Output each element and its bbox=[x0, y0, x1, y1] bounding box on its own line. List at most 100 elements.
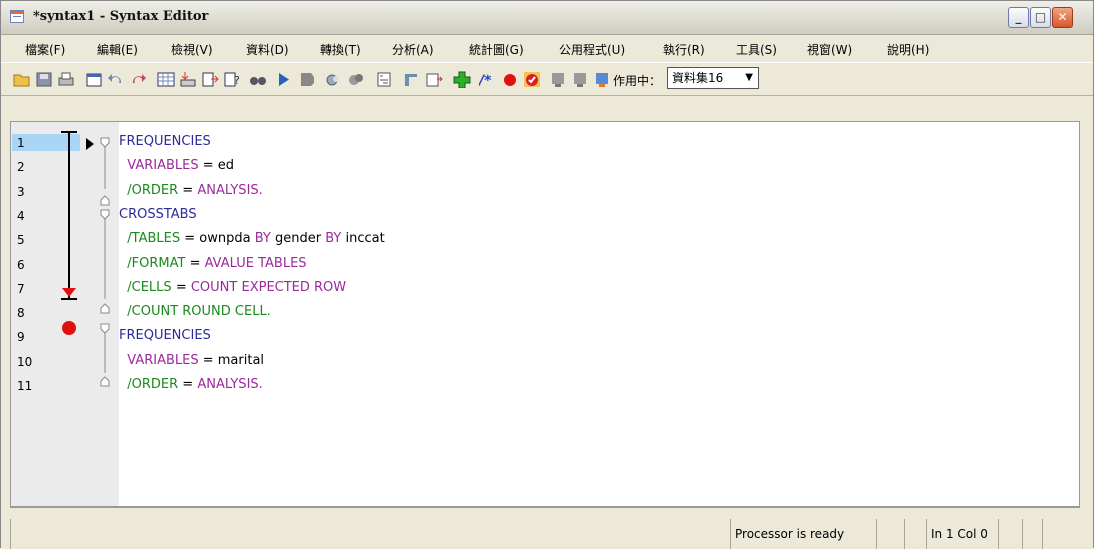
run-range-marker-icon bbox=[61, 131, 77, 300]
code-line[interactable]: /CELLS = COUNT EXPECTED ROW bbox=[119, 280, 346, 295]
code-line[interactable]: /ORDER = ANALYSIS. bbox=[119, 377, 263, 392]
open-icon[interactable] bbox=[13, 71, 31, 88]
active-dataset-select[interactable]: 資料集16 ▼ bbox=[667, 67, 759, 89]
line-number: 8 bbox=[17, 306, 25, 321]
menu-item[interactable]: 公用程式(U) bbox=[559, 41, 625, 58]
variables-icon[interactable] bbox=[201, 71, 219, 88]
block2-icon[interactable] bbox=[571, 71, 589, 88]
block3-icon[interactable] bbox=[593, 71, 611, 88]
line-number: 3 bbox=[17, 184, 25, 199]
processor-status: Processor is ready bbox=[730, 519, 876, 549]
menu-bar: 檔案(F) 編輯(E) 檢視(V) 資料(D) 轉換(T) 分析(A) 統計圖(G) 公用程式… bbox=[1, 35, 1093, 61]
comment-icon[interactable]: /* bbox=[479, 71, 497, 88]
menu-item[interactable]: 統計圖(G) bbox=[469, 41, 524, 58]
svg-text:?: ? bbox=[234, 74, 240, 87]
close-button[interactable]: ✕ bbox=[1052, 7, 1073, 28]
menu-item[interactable]: 檔案(F) bbox=[25, 41, 65, 58]
maximize-button[interactable]: □ bbox=[1030, 7, 1051, 28]
menu-item[interactable]: 編輯(E) bbox=[97, 41, 138, 58]
code-token: BY bbox=[325, 231, 342, 247]
clear-breakpoints-icon[interactable] bbox=[347, 71, 365, 88]
add-icon[interactable] bbox=[453, 71, 471, 88]
code-token: FREQUENCIES bbox=[119, 134, 211, 149]
insert-variable-icon[interactable]: ? bbox=[223, 71, 241, 88]
bookmark-icon[interactable] bbox=[375, 71, 393, 88]
code-token: VARIABLES bbox=[119, 158, 199, 174]
code-line[interactable]: /COUNT ROUND CELL. bbox=[119, 304, 271, 319]
status-blank-5 bbox=[1042, 519, 1066, 549]
dialog-recall-icon[interactable] bbox=[85, 71, 103, 88]
menu-item[interactable]: 執行(R) bbox=[663, 41, 705, 58]
code-token: = bbox=[171, 279, 191, 295]
code-token: COUNT EXPECTED ROW bbox=[190, 279, 347, 295]
editor-gutter: 1 2 3 4 5 6 7 8 9 10 11 bbox=[11, 122, 119, 506]
minimize-button[interactable]: _ bbox=[1008, 7, 1029, 28]
code-token: /TABLES bbox=[119, 231, 181, 247]
code-token: gender bbox=[270, 231, 326, 247]
code-token: ANALYSIS. bbox=[197, 182, 263, 198]
line-number: 11 bbox=[17, 379, 33, 393]
goto-data-icon[interactable] bbox=[157, 71, 175, 88]
line-number: 9 bbox=[17, 330, 25, 345]
undo-icon[interactable] bbox=[107, 71, 125, 88]
status-blank-2 bbox=[904, 519, 926, 549]
menu-item[interactable]: 分析(A) bbox=[392, 41, 434, 58]
run-icon[interactable] bbox=[275, 71, 293, 88]
line-number: 5 bbox=[17, 233, 25, 248]
code-line[interactable]: /FORMAT = AVALUE TABLES bbox=[119, 255, 306, 271]
title-bar[interactable]: *syntax1 - Syntax Editor _ □ ✕ bbox=[1, 1, 1093, 35]
code-token: ANALYSIS. bbox=[197, 377, 263, 392]
window-title: *syntax1 - Syntax Editor bbox=[33, 9, 209, 24]
code-token: BY bbox=[254, 231, 271, 247]
code-token: = ed bbox=[198, 158, 235, 174]
code-token: CROSSTABS bbox=[119, 206, 197, 222]
code-line[interactable]: FREQUENCIES bbox=[119, 328, 211, 343]
line-number: 4 bbox=[17, 208, 25, 223]
code-line[interactable]: /TABLES = ownpda BY gender BY inccat bbox=[119, 231, 385, 247]
code-line[interactable]: CROSSTABS bbox=[119, 207, 197, 222]
code-line[interactable]: /ORDER = ANALYSIS. bbox=[119, 183, 263, 198]
syntax-editor-window: *syntax1 - Syntax Editor _ □ ✕ 檔案(F) 編輯(E… bbox=[0, 0, 1094, 549]
validate-icon[interactable] bbox=[523, 71, 541, 88]
toggle-breakpoint-icon[interactable] bbox=[325, 71, 343, 88]
current-line-arrow-icon bbox=[86, 138, 94, 150]
code-token: = ownpda bbox=[180, 231, 255, 247]
status-blank-4 bbox=[1022, 519, 1042, 549]
goto-case-icon[interactable] bbox=[179, 71, 197, 88]
svg-text:/*: /* bbox=[479, 73, 492, 88]
status-bar: Processor is ready In 1 Col 0 bbox=[1, 519, 1093, 549]
find-icon[interactable] bbox=[249, 71, 267, 88]
syntax-app-icon bbox=[10, 10, 24, 23]
status-message bbox=[10, 519, 730, 549]
menu-item[interactable]: 轉換(T) bbox=[320, 41, 361, 58]
menu-item[interactable]: 說明(H) bbox=[887, 41, 929, 58]
line-number: 6 bbox=[17, 257, 25, 272]
code-token: /CELLS bbox=[119, 279, 172, 295]
syntax-editor-pane[interactable]: 1 2 3 4 5 6 7 8 9 10 11 FREQUENCIES VARI… bbox=[10, 121, 1080, 507]
pane-splitter[interactable] bbox=[10, 507, 1080, 512]
redo-icon[interactable] bbox=[129, 71, 147, 88]
code-token: = bbox=[185, 255, 205, 271]
breakpoint-icon[interactable] bbox=[501, 71, 519, 88]
code-line[interactable]: VARIABLES = ed bbox=[119, 158, 234, 173]
code-token: /ORDER bbox=[119, 182, 179, 198]
next-bookmark-icon[interactable] bbox=[403, 71, 421, 88]
breakpoint-marker-icon[interactable] bbox=[61, 320, 77, 336]
code-token: /ORDER bbox=[119, 377, 179, 392]
menu-item[interactable]: 檢視(V) bbox=[171, 41, 213, 58]
code-token: inccat bbox=[341, 231, 385, 247]
menu-item[interactable]: 工具(S) bbox=[736, 41, 777, 58]
code-token: = bbox=[178, 377, 198, 392]
code-token: = marital bbox=[198, 352, 265, 368]
code-line[interactable]: VARIABLES = marital bbox=[119, 353, 264, 368]
block-icon[interactable] bbox=[549, 71, 567, 88]
case-icon[interactable] bbox=[425, 71, 443, 88]
cursor-position: In 1 Col 0 bbox=[926, 519, 998, 549]
menu-item[interactable]: 資料(D) bbox=[246, 41, 289, 58]
print-icon[interactable] bbox=[57, 71, 75, 88]
save-icon[interactable] bbox=[35, 71, 53, 88]
code-line[interactable]: FREQUENCIES bbox=[119, 134, 211, 149]
fold-markers bbox=[100, 137, 110, 387]
stop-icon[interactable] bbox=[297, 71, 315, 88]
menu-item[interactable]: 視窗(W) bbox=[807, 41, 852, 58]
